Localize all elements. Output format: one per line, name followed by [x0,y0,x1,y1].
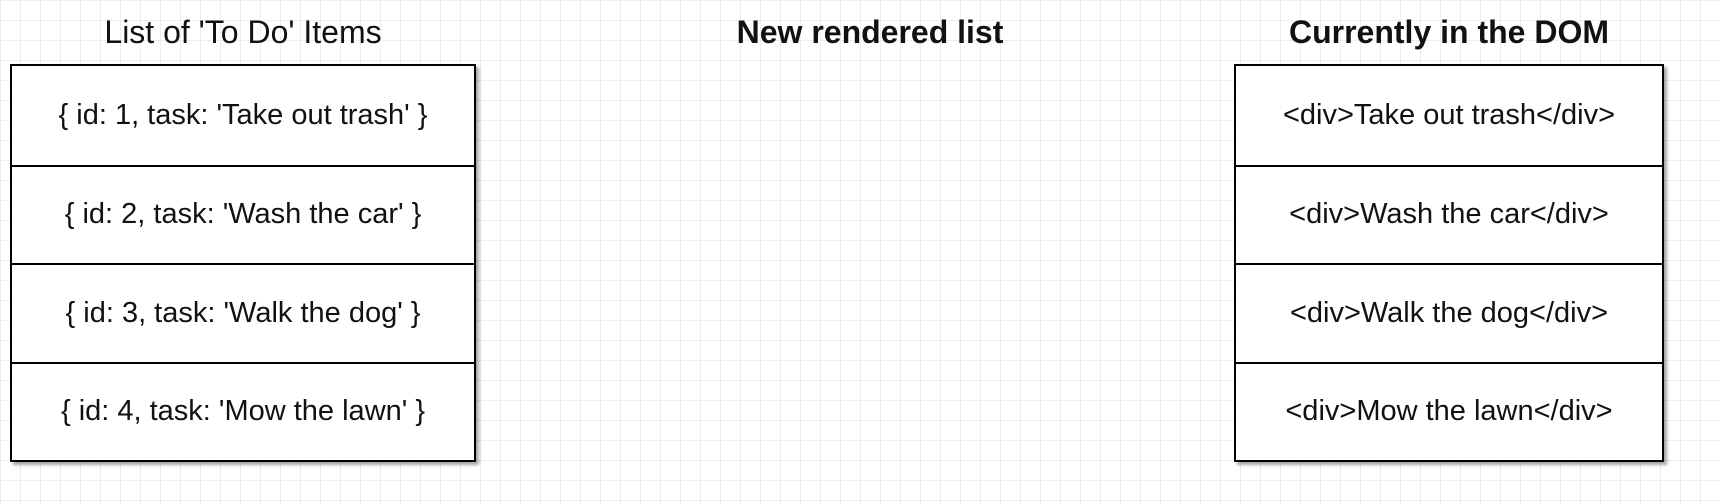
dom-items-list: <div>Take out trash</div> <div>Wash the … [1234,64,1664,462]
dom-item-3: <div>Walk the dog</div> [1236,263,1662,362]
current-dom-heading: Currently in the DOM [1288,14,1609,50]
dom-item-4: <div>Mow the lawn</div> [1236,361,1662,461]
todo-item-1: { id: 1, task: 'Take out trash' } [58,98,428,131]
dom-item-1: <div>Take out trash</div> [1282,98,1616,131]
todo-list-heading: List of 'To Do' Items [104,14,382,50]
todo-item-4: { id: 4, task: 'Mow the lawn' } [12,361,474,461]
dom-item-2: <div>Wash the car</div> [1236,164,1662,264]
new-rendered-list-heading: New rendered list [736,14,1004,50]
todo-items-list: { id: 1, task: 'Take out trash' } { id: … [10,64,476,462]
todo-item-3: { id: 3, task: 'Walk the dog' } [12,263,474,362]
todo-item-2: { id: 2, task: 'Wash the car' } [12,164,474,264]
